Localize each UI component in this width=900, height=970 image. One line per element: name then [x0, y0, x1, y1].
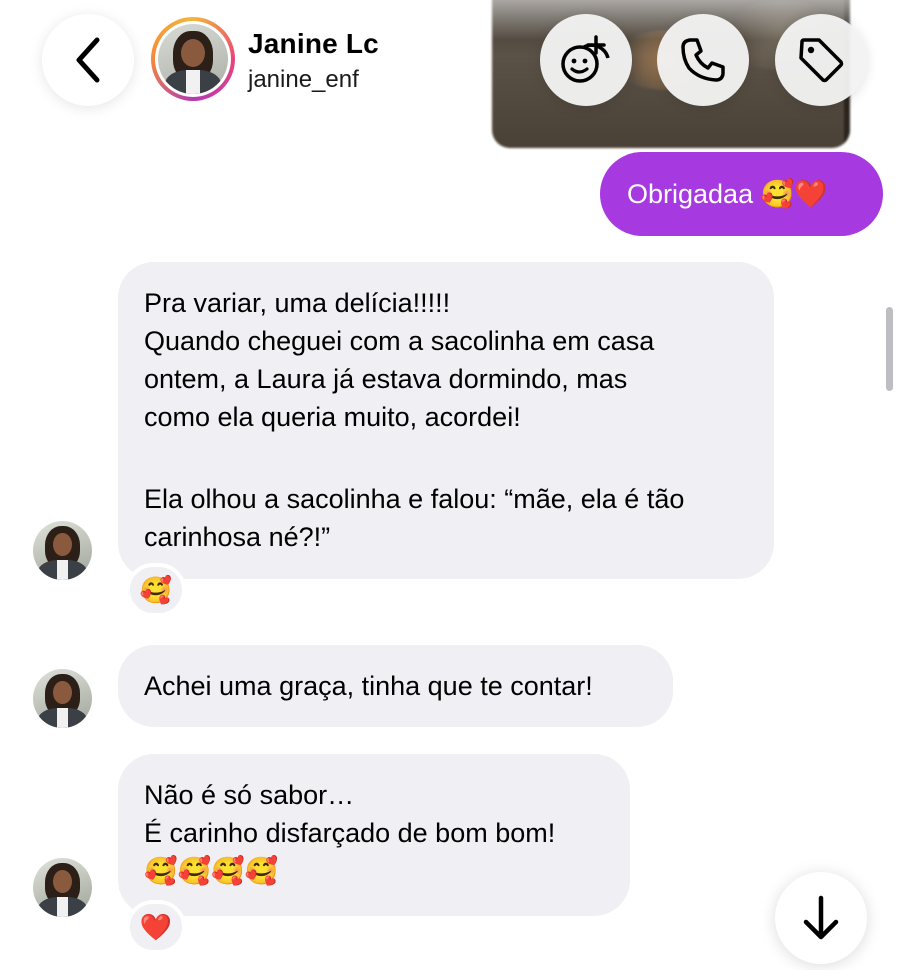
avatar-sticker-icon	[561, 35, 610, 83]
phone-icon	[681, 38, 725, 82]
message-line: Pra variar, uma delícia!!!!!	[144, 288, 451, 318]
message-line: 🥰🥰🥰🥰	[144, 856, 279, 886]
incoming-message[interactable]: Pra variar, uma delícia!!!!! Quando cheg…	[118, 262, 774, 579]
incoming-message[interactable]: Não é só sabor… É carinho disfarçado de …	[118, 754, 630, 916]
tag-button[interactable]	[775, 14, 867, 106]
reaction-emoji: ❤️	[139, 911, 173, 942]
avatar-photo	[158, 24, 228, 94]
contact-name[interactable]: Janine Lc	[248, 28, 379, 60]
sender-avatar[interactable]	[33, 669, 92, 728]
arrow-down-icon	[803, 895, 839, 940]
outgoing-message-text: Obrigadaa 🥰❤️	[627, 179, 828, 209]
message-line: como ela queria muito, acordei!	[144, 402, 521, 432]
back-chevron-icon	[76, 37, 100, 83]
message-line: ontem, a Laura já estava dormindo, mas	[144, 364, 628, 394]
avatar-sticker-button[interactable]	[540, 14, 632, 106]
sender-avatar[interactable]	[33, 521, 92, 580]
message-line: É carinho disfarçado de bom bom!	[144, 818, 556, 848]
message-line: carinhosa né?!”	[144, 522, 331, 552]
sender-avatar[interactable]	[33, 858, 92, 917]
incoming-message[interactable]: Achei uma graça, tinha que te contar!	[118, 645, 673, 727]
contact-handle[interactable]: janine_enf	[248, 66, 359, 94]
outgoing-message[interactable]: Obrigadaa 🥰❤️	[600, 152, 883, 236]
reaction-emoji: 🥰	[139, 574, 173, 605]
message-reaction[interactable]: 🥰	[126, 563, 186, 617]
message-line: Achei uma graça, tinha que te contar!	[144, 671, 593, 701]
contact-avatar[interactable]	[151, 17, 235, 101]
back-button[interactable]	[42, 14, 134, 106]
scroll-to-bottom-button[interactable]	[775, 872, 867, 964]
scrollbar[interactable]	[886, 307, 893, 391]
message-line: Ela olhou a sacolinha e falou: “mãe, ela…	[144, 484, 685, 514]
tag-icon	[799, 38, 844, 83]
message-line: Quando cheguei com a sacolinha em casa	[144, 326, 655, 356]
message-reaction[interactable]: ❤️	[126, 900, 186, 954]
call-button[interactable]	[657, 14, 749, 106]
message-line: Não é só sabor…	[144, 780, 355, 810]
